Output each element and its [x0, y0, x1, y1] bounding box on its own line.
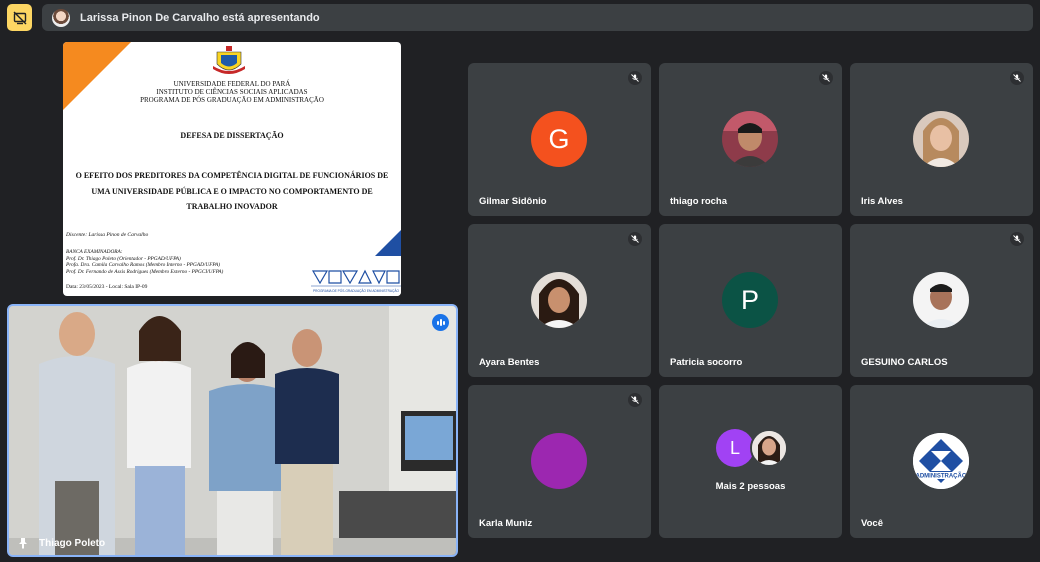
participant-avatar: [531, 433, 587, 489]
participant-name: Você: [861, 518, 884, 529]
presenter-avatar: [52, 8, 70, 27]
participant-name: Iris Alves: [861, 196, 903, 207]
participant-photo: [750, 429, 788, 467]
speaking-indicator-icon: [432, 314, 449, 331]
mic-off-icon: [628, 71, 642, 85]
participant-name: thiago rocha: [670, 196, 728, 207]
institution-block: UNIVERSIDADE FEDERAL DO PARÁ INSTITUTO D…: [63, 80, 401, 104]
institution-line: PROGRAMA DE PÓS GRADUAÇÃO EM ADMINISTRAÇ…: [140, 96, 324, 104]
thesis-title: O EFEITO DOS PREDITORES DA COMPETÊNCIA D…: [65, 168, 399, 215]
participant-avatar: P: [722, 272, 778, 328]
pin-icon[interactable]: [17, 537, 29, 549]
presenter-banner: Larissa Pinon De Carvalho está apresenta…: [42, 4, 1033, 31]
pinned-participant-name: Thiago Poleto: [39, 538, 106, 549]
thesis-title-line: TRABALHO INOVADOR: [186, 202, 278, 211]
more-people-tile[interactable]: L Mais 2 pessoas: [659, 385, 842, 538]
mic-off-icon: [628, 232, 642, 246]
student-line: Discente: Larissa Pinon de Carvalho: [66, 232, 149, 238]
participant-tile[interactable]: GESUINO CARLOS: [850, 224, 1033, 377]
shared-presentation-slide[interactable]: UNIVERSIDADE FEDERAL DO PARÁ INSTITUTO D…: [63, 42, 401, 296]
ppgad-logo-caption: PROGRAMA DE PÓS-GRADUAÇÃO EM ADMINISTRAÇ…: [313, 288, 399, 293]
participant-avatar: L: [716, 429, 754, 467]
committee-member: Prof. Dr. Fernando de Assis Rodrigues (M…: [66, 268, 224, 275]
committee-block: BANCA EXAMINADORA: Prof. Dr. Thiago Pole…: [66, 249, 223, 275]
university-crest-icon: [213, 46, 245, 74]
mic-off-icon: [819, 71, 833, 85]
mic-off-icon: [1010, 232, 1024, 246]
thesis-title-line: UMA UNIVERSIDADE PÚBLICA E O IMPACTO NO …: [91, 186, 373, 196]
participant-photo: [722, 111, 778, 167]
participant-photo: [913, 272, 969, 328]
pinned-video-tile[interactable]: Thiago Poleto: [7, 304, 458, 557]
participant-photo: [531, 272, 587, 328]
ppgad-logo-icon: PROGRAMA DE PÓS-GRADUAÇÃO EM ADMINISTRAÇ…: [311, 268, 401, 296]
participant-tile[interactable]: G Gilmar Sidônio: [468, 63, 651, 216]
date-location: Data: 23/05/2023 - Local: Sala IP-09: [66, 284, 148, 290]
video-feed: [9, 306, 456, 555]
participant-tile[interactable]: Iris Alves: [850, 63, 1033, 216]
participant-name: Karla Muniz: [479, 518, 533, 529]
slide-blue-corner: [375, 230, 401, 256]
participant-photo: [913, 111, 969, 167]
participant-name: GESUINO CARLOS: [861, 357, 948, 368]
mic-off-icon: [1010, 71, 1024, 85]
participant-name: Ayara Bentes: [479, 357, 540, 368]
participant-name: Patricia socorro: [670, 357, 743, 368]
more-people-avatars: L: [716, 429, 788, 469]
thesis-title-line: O EFEITO DOS PREDITORES DA COMPETÊNCIA D…: [75, 171, 389, 180]
participant-tile[interactable]: Ayara Bentes: [468, 224, 651, 377]
participant-avatar: G: [531, 111, 587, 167]
committee-member: Profa. Dra. Camila Carvalho Ramos (Membr…: [66, 262, 220, 268]
presentation-toggle-button[interactable]: [7, 4, 32, 31]
presenter-text: Larissa Pinon De Carvalho está apresenta…: [80, 11, 320, 24]
institution-line: INSTITUTO DE CIÊNCIAS SOCIAIS APLICADAS: [156, 88, 308, 96]
institution-line: UNIVERSIDADE FEDERAL DO PARÁ: [173, 80, 291, 88]
more-people-label: Mais 2 pessoas: [715, 481, 786, 492]
self-logo-text: ADMINISTRAÇÃO: [916, 473, 967, 480]
mic-off-icon: [628, 393, 642, 407]
presentation-off-icon: [13, 11, 26, 24]
participant-tile[interactable]: P Patricia socorro: [659, 224, 842, 377]
participant-tile[interactable]: thiago rocha: [659, 63, 842, 216]
slide-heading: DEFESA DE DISSERTAÇÃO: [180, 131, 284, 140]
participant-tile[interactable]: Karla Muniz: [468, 385, 651, 538]
self-tile[interactable]: ADMINISTRAÇÃO Você: [850, 385, 1033, 538]
self-avatar-logo: ADMINISTRAÇÃO: [913, 433, 969, 489]
participant-name: Gilmar Sidônio: [479, 196, 547, 207]
